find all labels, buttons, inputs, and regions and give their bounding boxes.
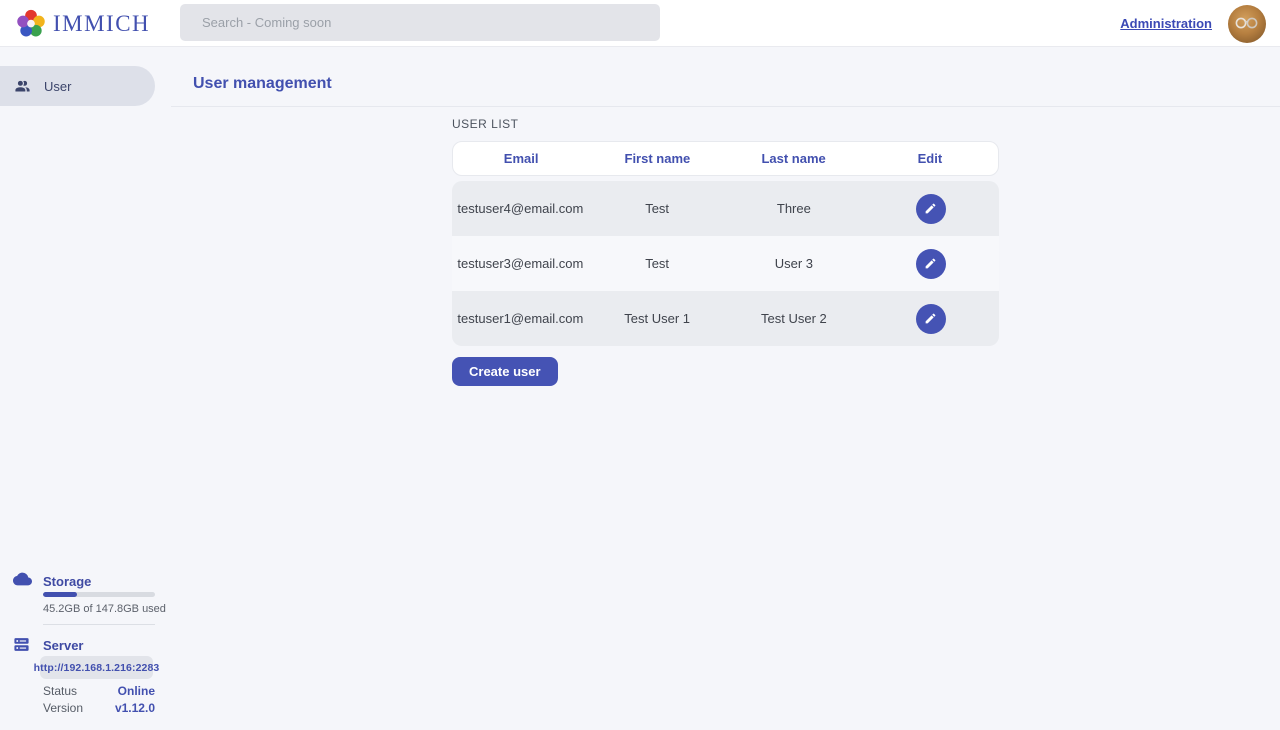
server-icon <box>13 636 30 658</box>
pencil-icon <box>924 202 937 215</box>
storage-title: Storage <box>43 574 91 589</box>
cell-first-name: Test User 1 <box>589 291 726 346</box>
status-label: Status <box>43 684 77 698</box>
user-list-label: USER LIST <box>452 117 519 131</box>
table-row: testuser3@email.com Test User 3 <box>452 236 999 291</box>
user-table-body: testuser4@email.com Test Three testuser3… <box>452 181 999 346</box>
col-header-last-name: Last name <box>726 142 862 175</box>
storage-progress-fill <box>43 592 77 597</box>
pencil-icon <box>924 312 937 325</box>
cell-last-name: User 3 <box>726 236 863 291</box>
sidebar-item-user[interactable]: User <box>0 66 155 106</box>
brand-name: IMMICH <box>53 11 150 37</box>
edit-user-button[interactable] <box>916 304 946 334</box>
immich-logo-icon <box>16 9 46 39</box>
version-label: Version <box>43 701 83 715</box>
status-value: Online <box>118 684 155 698</box>
version-value: v1.12.0 <box>115 701 155 715</box>
col-header-first-name: First name <box>589 142 725 175</box>
user-avatar[interactable] <box>1228 5 1266 43</box>
sidebar-divider <box>43 624 155 625</box>
col-header-edit: Edit <box>862 142 998 175</box>
server-status-row: Status Online <box>43 684 155 698</box>
brand-home-link[interactable]: IMMICH <box>16 7 150 40</box>
administration-link[interactable]: Administration <box>1120 16 1212 31</box>
storage-progress <box>43 592 155 597</box>
cell-email: testuser4@email.com <box>452 181 589 236</box>
server-title: Server <box>43 638 83 653</box>
search-bar <box>180 4 660 41</box>
search-input[interactable] <box>180 4 660 41</box>
user-table-header: Email First name Last name Edit <box>452 141 999 176</box>
server-url-badge: http://192.168.1.216:2283 <box>40 656 153 679</box>
users-icon <box>14 78 31 95</box>
glasses-decoration <box>1234 16 1260 30</box>
cell-first-name: Test <box>589 181 726 236</box>
edit-user-button[interactable] <box>916 249 946 279</box>
table-row: testuser1@email.com Test User 1 Test Use… <box>452 291 999 346</box>
cell-email: testuser3@email.com <box>452 236 589 291</box>
col-header-email: Email <box>453 142 589 175</box>
create-user-button[interactable]: Create user <box>452 357 558 386</box>
sidebar-item-label: User <box>44 79 71 94</box>
page-title: User management <box>193 75 332 93</box>
pencil-icon <box>924 257 937 270</box>
cell-first-name: Test <box>589 236 726 291</box>
cell-email: testuser1@email.com <box>452 291 589 346</box>
title-divider <box>171 106 1280 107</box>
cell-last-name: Test User 2 <box>726 291 863 346</box>
top-nav: IMMICH Administration <box>0 0 1280 47</box>
server-version-row: Version v1.12.0 <box>43 701 155 715</box>
storage-usage-text: 45.2GB of 147.8GB used <box>43 603 166 615</box>
cloud-icon <box>13 572 32 591</box>
edit-user-button[interactable] <box>916 194 946 224</box>
table-row: testuser4@email.com Test Three <box>452 181 999 236</box>
cell-last-name: Three <box>726 181 863 236</box>
nav-right: Administration <box>1120 0 1266 47</box>
